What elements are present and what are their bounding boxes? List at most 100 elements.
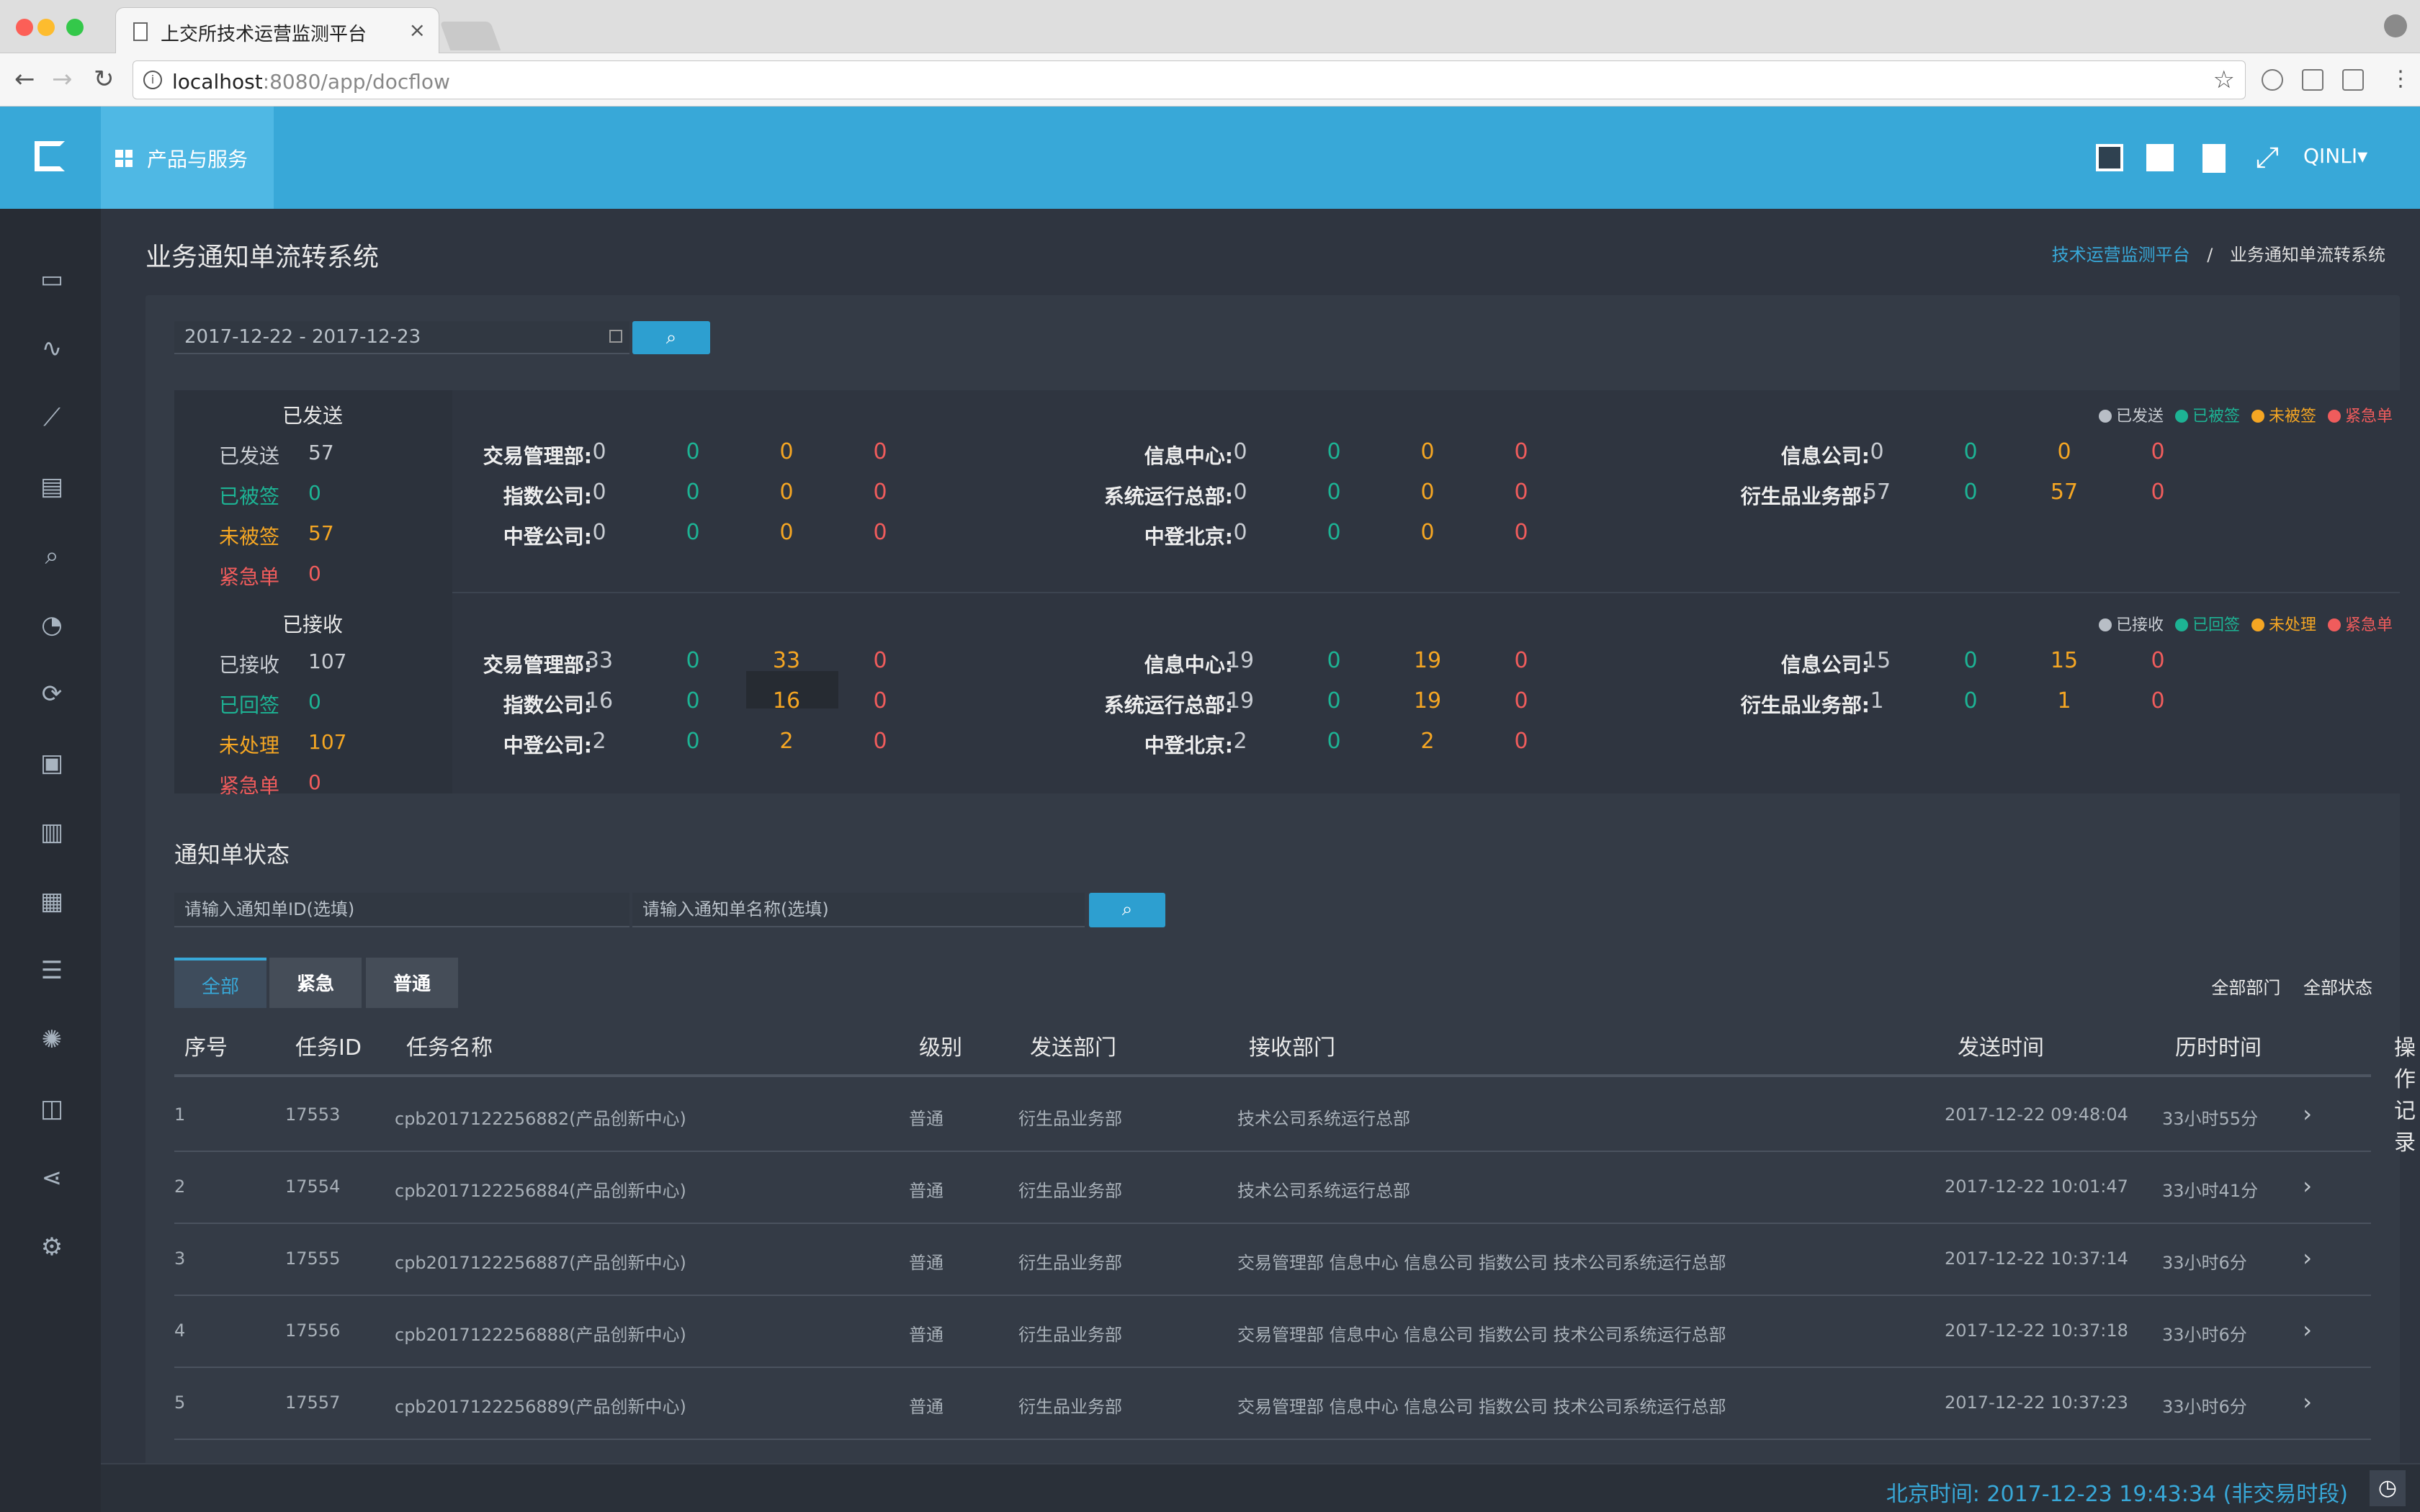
- received-dept-value[interactable]: 2: [578, 729, 621, 754]
- reload-icon[interactable]: ↻: [94, 65, 115, 94]
- forward-icon[interactable]: →: [52, 65, 73, 94]
- received-dept-value[interactable]: 16: [578, 688, 621, 714]
- tab-close-icon[interactable]: ×: [409, 18, 426, 42]
- server-icon[interactable]: ▥: [37, 819, 66, 845]
- row-chevron-icon[interactable]: ›: [2303, 1244, 2312, 1272]
- fullscreen-icon[interactable]: ⤢: [2256, 143, 2283, 172]
- sent-dept-value[interactable]: 0: [859, 439, 902, 464]
- clock-icon[interactable]: ◷: [2370, 1470, 2406, 1506]
- notice-name-input[interactable]: 请输入通知单名称(选填): [632, 893, 1085, 927]
- sent-dept-value[interactable]: 0: [671, 439, 714, 464]
- calendar-plus-icon[interactable]: ▦: [37, 888, 66, 914]
- received-dept-value[interactable]: 0: [1500, 729, 1543, 754]
- extension-puzzle-icon[interactable]: [2342, 69, 2364, 91]
- sent-dept-value[interactable]: 0: [1219, 439, 1262, 464]
- menu-icon[interactable]: ⋮: [2390, 65, 2411, 94]
- received-dept-value[interactable]: 16: [765, 688, 808, 714]
- received-dept-value[interactable]: 0: [1500, 648, 1543, 673]
- received-dept-value[interactable]: 0: [859, 729, 902, 754]
- extension-reader-icon[interactable]: [2302, 69, 2323, 91]
- received-dept-value[interactable]: 19: [1406, 648, 1449, 673]
- column-header[interactable]: 发送部门: [1030, 1030, 1116, 1061]
- new-tab-button[interactable]: [439, 22, 501, 50]
- sent-dept-value[interactable]: 0: [578, 520, 621, 545]
- received-dept-value[interactable]: 2: [765, 729, 808, 754]
- sent-dept-value[interactable]: 57: [1855, 480, 1899, 505]
- sent-dept-value[interactable]: 0: [1500, 439, 1543, 464]
- dark-theme-icon[interactable]: [2096, 144, 2123, 171]
- received-dept-value[interactable]: 19: [1406, 688, 1449, 714]
- table-row[interactable]: 1 17553 cpb2017122256882(产品创新中心) 普通 衍生品业务部 技术…: [174, 1080, 2371, 1152]
- row-chevron-icon[interactable]: ›: [2303, 1388, 2312, 1416]
- info-icon[interactable]: i: [143, 71, 162, 89]
- sent-dept-value[interactable]: 0: [671, 520, 714, 545]
- breadcrumb-root-link[interactable]: 技术运营监测平台: [2052, 245, 2190, 265]
- sent-dept-value[interactable]: 0: [1406, 520, 1449, 545]
- received-dept-value[interactable]: 0: [1949, 648, 1992, 673]
- sent-dept-value[interactable]: 0: [765, 439, 808, 464]
- tab-all[interactable]: 全部: [174, 958, 266, 1008]
- sent-dept-value[interactable]: 0: [1500, 480, 1543, 505]
- sent-dept-value[interactable]: 0: [859, 520, 902, 545]
- network-hub-icon[interactable]: ✺: [37, 1027, 66, 1053]
- dept-filter-dropdown[interactable]: 全部部门: [2211, 978, 2280, 998]
- share-icon[interactable]: ⋖: [37, 1165, 66, 1191]
- received-dept-value[interactable]: 0: [1312, 729, 1355, 754]
- column-header[interactable]: 序号: [184, 1030, 228, 1061]
- column-header[interactable]: 任务ID: [295, 1030, 362, 1061]
- column-header[interactable]: 接收部门: [1249, 1030, 1335, 1061]
- sent-dept-value[interactable]: 0: [578, 439, 621, 464]
- refresh-globe-icon[interactable]: ⟳: [37, 681, 66, 707]
- table-row[interactable]: 5 17557 cpb2017122256889(产品创新中心) 普通 衍生品业务部 交易…: [174, 1368, 2371, 1440]
- light-theme-icon[interactable]: [2146, 144, 2174, 171]
- calendar-icon[interactable]: [609, 330, 622, 343]
- sent-dept-value[interactable]: 0: [1406, 439, 1449, 464]
- received-dept-value[interactable]: 1: [1855, 688, 1899, 714]
- trend-chart-icon[interactable]: ⟋: [37, 405, 66, 431]
- received-dept-value[interactable]: 15: [2043, 648, 2086, 673]
- sent-dept-value[interactable]: 0: [1406, 480, 1449, 505]
- received-dept-value[interactable]: 0: [2136, 648, 2179, 673]
- sent-dept-value[interactable]: 0: [765, 480, 808, 505]
- column-header[interactable]: 历时时间: [2175, 1030, 2262, 1061]
- sent-dept-value[interactable]: 0: [1312, 439, 1355, 464]
- received-dept-value[interactable]: 0: [1500, 688, 1543, 714]
- sent-dept-value[interactable]: 0: [2043, 439, 2086, 464]
- sent-dept-value[interactable]: 0: [578, 480, 621, 505]
- notice-search-button[interactable]: ⌕: [1089, 893, 1165, 927]
- tab-urgent[interactable]: 紧急: [269, 958, 362, 1008]
- pie-chart-icon[interactable]: ◔: [37, 612, 66, 638]
- sent-dept-value[interactable]: 0: [1312, 520, 1355, 545]
- settings-cog-icon[interactable]: ⚙: [37, 1234, 66, 1260]
- products-services-button[interactable]: 产品与服务: [101, 107, 274, 209]
- sent-dept-value[interactable]: 0: [1855, 439, 1899, 464]
- table-row[interactable]: 4 17556 cpb2017122256888(产品创新中心) 普通 衍生品业务部 交易…: [174, 1296, 2371, 1368]
- sent-dept-value[interactable]: 0: [1312, 480, 1355, 505]
- sent-dept-value[interactable]: 0: [1219, 480, 1262, 505]
- received-dept-value[interactable]: 0: [859, 688, 902, 714]
- received-dept-value[interactable]: 33: [578, 648, 621, 673]
- maximize-window-button[interactable]: [66, 19, 84, 36]
- column-header[interactable]: 操作记录: [2394, 1030, 2416, 1156]
- received-dept-value[interactable]: 0: [671, 648, 714, 673]
- table-row[interactable]: 2 17554 cpb2017122256884(产品创新中心) 普通 衍生品业务部 技术…: [174, 1152, 2371, 1224]
- received-dept-value[interactable]: 19: [1219, 648, 1262, 673]
- user-menu[interactable]: QINLI▾: [2303, 144, 2367, 168]
- date-search-button[interactable]: ⌕: [632, 321, 710, 354]
- column-header[interactable]: 任务名称: [406, 1030, 493, 1061]
- received-dept-value[interactable]: 19: [1219, 688, 1262, 714]
- table-row[interactable]: 3 17555 cpb2017122256887(产品创新中心) 普通 衍生品业务部 交易…: [174, 1224, 2371, 1296]
- browser-tab[interactable]: 上交所技术运营监测平台 ×: [115, 7, 439, 53]
- date-range-input[interactable]: 2017-12-22 - 2017-12-23: [174, 321, 629, 354]
- sent-dept-value[interactable]: 0: [671, 480, 714, 505]
- received-dept-value[interactable]: 0: [2136, 688, 2179, 714]
- bookmark-star-icon[interactable]: ☆: [2213, 66, 2235, 94]
- clipboard-time-icon[interactable]: ◫: [37, 1096, 66, 1122]
- minimize-window-button[interactable]: [37, 19, 55, 36]
- sent-dept-value[interactable]: 0: [1500, 520, 1543, 545]
- received-dept-value[interactable]: 0: [1312, 688, 1355, 714]
- profile-icon[interactable]: [2384, 14, 2407, 37]
- document-icon[interactable]: [2202, 144, 2226, 173]
- address-bar[interactable]: i localhost:8080/app/docflow ☆: [133, 60, 2246, 99]
- back-icon[interactable]: ←: [14, 65, 35, 94]
